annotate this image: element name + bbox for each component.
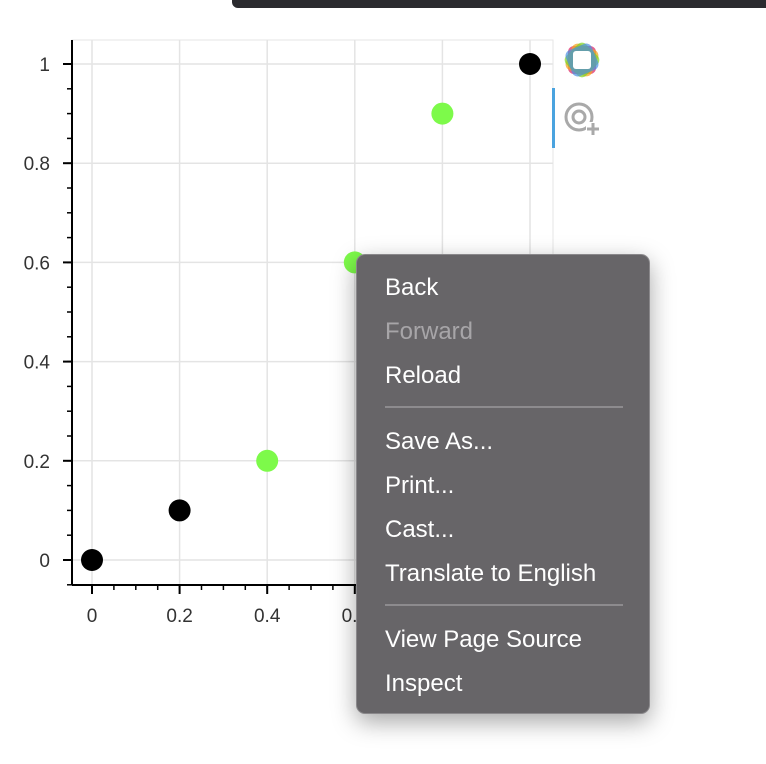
bokeh-logo-icon[interactable] [560,38,604,82]
y-tick-label: 1 [39,55,50,76]
y-tick-label: 0.2 [24,452,50,473]
data-point [81,549,103,571]
data-point [168,499,191,522]
menu-item-save-as[interactable]: Save As... [357,422,651,462]
y-tick-label: 0.6 [24,253,50,274]
menu-separator [385,406,623,408]
context-menu: Back Forward Reload Save As... Print... … [356,254,650,714]
menu-item-view-page-source[interactable]: View Page Source [357,620,651,660]
data-point [256,449,279,472]
y-tick-label: 0 [39,551,50,572]
menu-item-translate[interactable]: Translate to English [357,554,651,594]
x-tick-label: 0 [87,606,98,627]
active-tool-indicator [552,88,555,148]
menu-item-inspect[interactable]: Inspect [357,664,651,704]
menu-item-print[interactable]: Print... [357,466,651,506]
menu-item-back[interactable]: Back [357,268,651,308]
x-tick-label: 0.4 [254,606,281,627]
y-tick-label: 0.4 [24,353,51,374]
menu-item-cast[interactable]: Cast... [357,510,651,550]
lasso-select-icon [564,102,600,136]
x-tick-label: 0.2 [166,606,192,627]
menu-item-reload[interactable]: Reload [357,356,651,396]
lasso-select-tool[interactable] [552,88,604,150]
data-point [431,102,454,125]
menu-item-forward: Forward [385,318,474,345]
data-point [519,53,541,75]
y-tick-label: 0.8 [24,154,50,175]
menu-separator [385,604,623,606]
